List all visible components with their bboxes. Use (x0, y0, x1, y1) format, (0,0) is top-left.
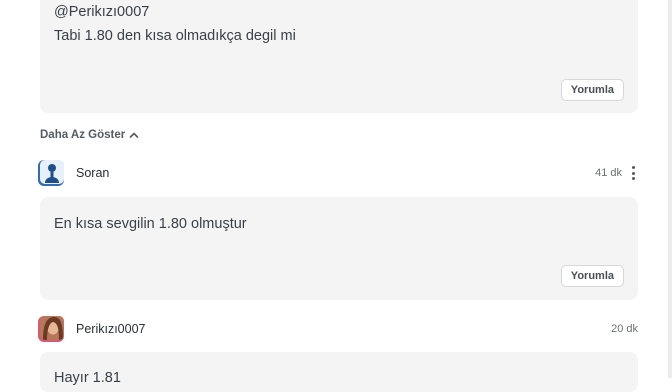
author-name[interactable]: Soran (76, 166, 109, 180)
show-less-label: Daha Az Göster (40, 129, 126, 141)
comment-card: @Perikızı0007 Tabi 1.80 den kısa olmadık… (40, 0, 638, 113)
avatar[interactable] (40, 316, 64, 340)
reply-button[interactable]: Yorumla (560, 79, 624, 101)
more-vertical-icon[interactable] (630, 166, 636, 180)
comment-header: Perikızı0007 20 dk (40, 316, 638, 342)
comment-text: Tabi 1.80 den kısa olmadıkça degil mi (54, 28, 296, 44)
author-name[interactable]: Perikızı0007 (76, 322, 145, 336)
chevron-up-icon (129, 132, 139, 138)
profile-photo-icon (40, 316, 64, 340)
reply-button[interactable]: Yorumla (560, 265, 624, 287)
comment-text: Hayır 1.81 (54, 370, 121, 386)
comment-card: Hayır 1.81 (40, 352, 638, 392)
comment-header: Soran 41 dk (40, 160, 638, 186)
comment-text: En kısa sevgilin 1.80 olmuştur (54, 216, 247, 232)
comment-card: En kısa sevgilin 1.80 olmuştur Yorumla (40, 197, 638, 300)
user-silhouette-icon (45, 164, 59, 183)
avatar[interactable] (40, 160, 64, 184)
show-less-toggle[interactable]: Daha Az Göster (40, 129, 139, 141)
timestamp: 41 dk (595, 167, 622, 179)
mention-text: @Perikızı0007 (54, 4, 150, 20)
scrollbar[interactable] (668, 0, 672, 378)
timestamp: 20 dk (611, 323, 638, 335)
